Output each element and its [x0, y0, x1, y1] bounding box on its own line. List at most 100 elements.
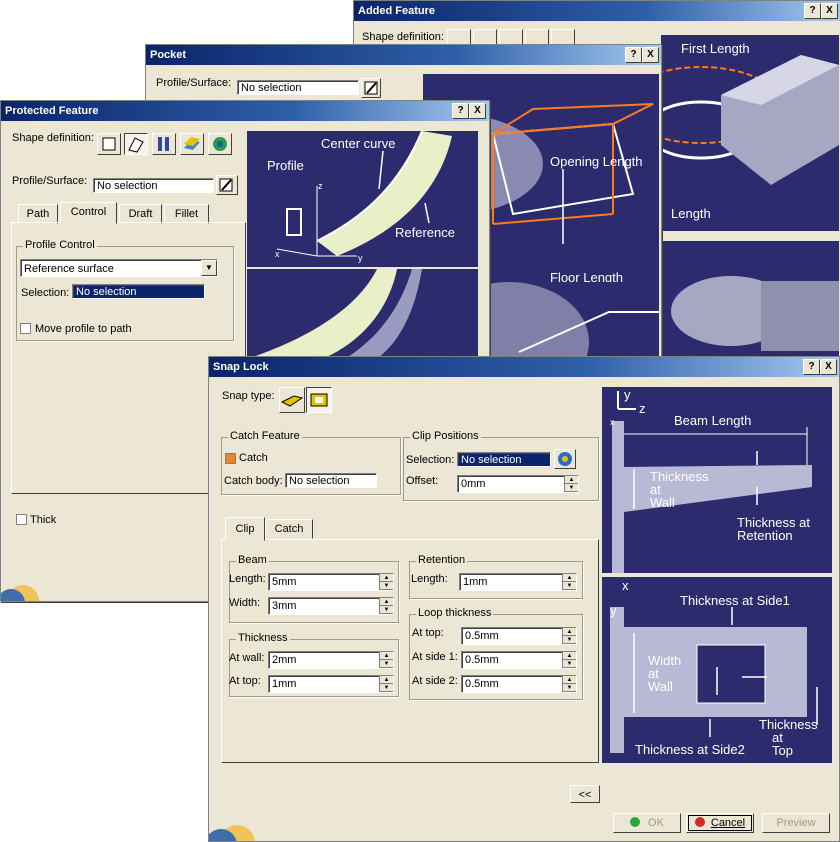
pocket-title: Pocket [150, 49, 187, 61]
added-feature-illustration-top: First Length Length [661, 41, 839, 221]
ok-button[interactable]: OK [613, 813, 681, 833]
help-button[interactable]: ? [803, 359, 820, 375]
axis-z-label: z [639, 401, 646, 416]
profile-control-label: Profile Control [23, 239, 97, 251]
shape-type-1-button[interactable] [97, 133, 121, 155]
selection-label: Selection: [21, 287, 70, 299]
selection-field[interactable]: No selection [72, 284, 205, 299]
tab-draft[interactable]: Draft [119, 204, 162, 224]
loop-at-side2-spinner[interactable]: ▲ ▼ [562, 676, 576, 692]
axis-x-label: x [622, 578, 629, 593]
snap-type-1-button[interactable] [279, 387, 305, 413]
edit-sketch-button[interactable] [361, 78, 381, 98]
tab-control[interactable]: Control [60, 202, 117, 224]
tab-clip[interactable]: Clip [225, 517, 265, 541]
length-text: Length [671, 206, 711, 221]
edit-sketch-button[interactable] [216, 175, 238, 195]
added-feature-titlebar: Added Feature [354, 1, 840, 21]
help-button[interactable]: ? [625, 47, 642, 63]
retention-length-label: Length: [411, 573, 448, 585]
snap-lock-diagram-top: y z x Beam Length Thickness at Wall Thic… [602, 387, 832, 573]
tab-catch[interactable]: Catch [265, 519, 313, 539]
snap-lock-title: Snap Lock [213, 361, 269, 373]
pocket-titlebar: Pocket [146, 45, 661, 65]
beam-width-spinner[interactable]: ▲ ▼ [379, 598, 393, 614]
axis-y-label: y [358, 253, 363, 263]
chevron-down-icon[interactable]: ▼ [201, 260, 217, 276]
at-top-field[interactable]: 1mm [268, 675, 394, 693]
shape-icon [184, 137, 200, 150]
snap-type-2-button[interactable] [306, 387, 332, 413]
loop-at-top-spinner[interactable]: ▲ ▼ [562, 628, 576, 644]
move-profile-label: Move profile to path [35, 323, 132, 335]
thick-label: Thick [30, 514, 57, 526]
thickness-at-side1-text: Thickness at Side1 [680, 593, 790, 608]
move-profile-checkbox[interactable] [20, 323, 31, 334]
catch-body-field[interactable]: No selection [285, 473, 377, 488]
cancel-button[interactable]: Cancel [686, 813, 754, 833]
tab-fillet[interactable]: Fillet [164, 204, 209, 224]
profile-text: Profile [267, 158, 304, 173]
catch-feature-label: Catch Feature [228, 430, 302, 442]
beam-length-field[interactable]: 5mm [268, 573, 394, 591]
added-feature-diagram-top: First Length Length [661, 35, 839, 231]
clip-selection-tool-button[interactable] [554, 449, 576, 469]
beam-length-spinner[interactable]: ▲ ▼ [379, 574, 393, 590]
at-wall-spinner[interactable]: ▲ ▼ [379, 652, 393, 668]
shape-type-5-button[interactable] [208, 133, 232, 155]
preview-button[interactable]: Preview [762, 813, 830, 833]
thickness-label: Thickness [236, 632, 290, 644]
snap-hook-icon [280, 395, 304, 407]
ok-status-icon [630, 817, 641, 827]
clip-selection-field[interactable]: No selection [457, 452, 551, 467]
catch-label: Catch [239, 452, 268, 464]
gear-icon [213, 137, 227, 151]
loop-at-side2-field[interactable]: 0.5mm [461, 675, 577, 693]
profile-surface-field[interactable]: No selection [237, 80, 359, 95]
thickness-at-top-text-3: Top [772, 743, 793, 758]
profile-control-select[interactable]: Reference surface [20, 259, 218, 277]
profile-surface-field[interactable]: No selection [93, 178, 214, 193]
close-button[interactable]: X [642, 47, 659, 63]
shape-definition-label: Shape definition: [12, 132, 94, 144]
first-length-text: First Length [681, 41, 750, 56]
collapse-button[interactable]: << [570, 785, 600, 803]
close-button[interactable]: X [469, 103, 486, 119]
loop-at-top-field[interactable]: 0.5mm [461, 627, 577, 645]
close-button[interactable]: X [821, 3, 838, 19]
protected-feature-diagram-bottom [247, 269, 478, 369]
loop-at-side1-field[interactable]: 0.5mm [461, 651, 577, 669]
loop-front-view-illustration: x y Thickness at Side1 Width at Wall Thi… [610, 578, 818, 758]
protected-feature-title: Protected Feature [5, 105, 99, 117]
snap-loop-icon [310, 393, 328, 407]
shape-type-2-button[interactable] [124, 133, 148, 155]
axis-x-label: x [610, 417, 615, 427]
axis-z-label: z [318, 181, 323, 191]
offset-field[interactable]: 0mm [457, 475, 579, 493]
shape-type-3-button[interactable] [152, 133, 176, 155]
tab-path[interactable]: Path [18, 204, 58, 224]
axis-x-label: x [275, 249, 280, 259]
beam-width-field[interactable]: 3mm [268, 597, 394, 615]
catch-checkbox[interactable] [225, 453, 236, 464]
pencil-icon [219, 178, 233, 192]
help-button[interactable]: ? [804, 3, 821, 19]
thick-checkbox[interactable] [16, 514, 27, 525]
at-top-spinner[interactable]: ▲ ▼ [379, 676, 393, 692]
snap-type-label: Snap type: [222, 390, 275, 402]
loop-at-side1-spinner[interactable]: ▲ ▼ [562, 652, 576, 668]
beam-side-view-illustration: y z x Beam Length Thickness at Wall Thic… [610, 387, 812, 573]
shape-icon [102, 137, 116, 151]
at-wall-field[interactable]: 2mm [268, 651, 394, 669]
offset-spinner[interactable]: ▲ ▼ [564, 476, 578, 492]
clip-positions-label: Clip Positions [410, 430, 481, 442]
retention-length-field[interactable]: 1mm [459, 573, 577, 591]
snap-lock-diagram-bottom: x y Thickness at Side1 Width at Wall Thi… [602, 577, 832, 763]
retention-length-spinner[interactable]: ▲ ▼ [562, 574, 576, 590]
help-button[interactable]: ? [452, 103, 469, 119]
ok-label: OK [648, 817, 664, 829]
close-button[interactable]: X [820, 359, 837, 375]
retention-label: Retention [416, 554, 468, 566]
shape-type-4-button[interactable] [180, 133, 204, 155]
center-curve-text: Center curve [321, 136, 395, 151]
